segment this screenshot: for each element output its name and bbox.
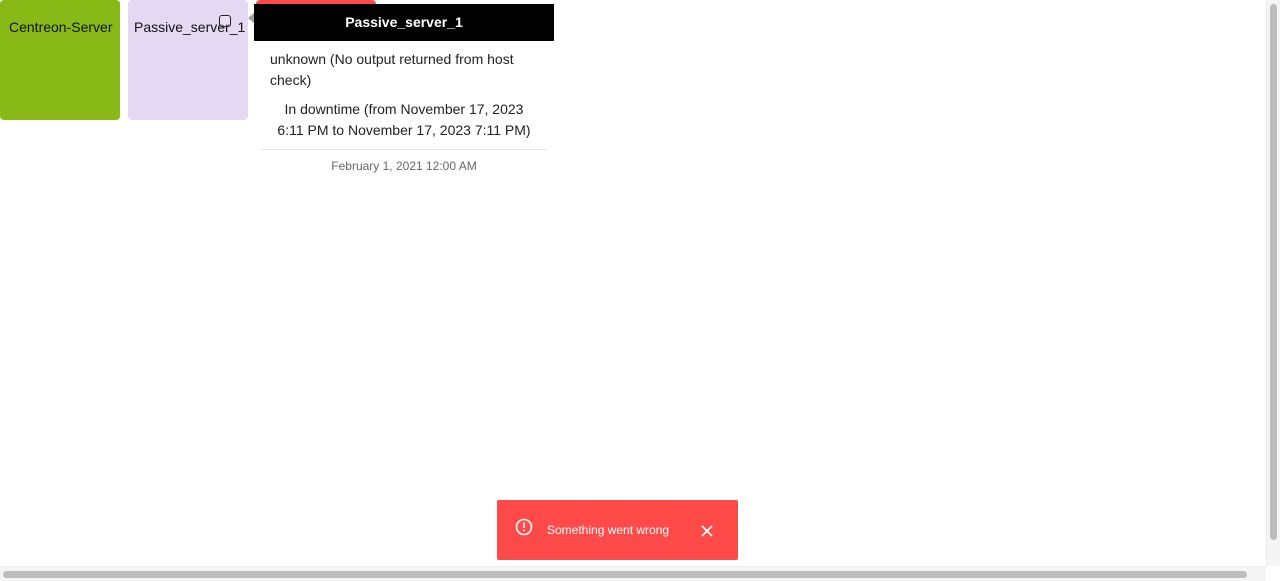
- vertical-scrollbar-thumb[interactable]: [1270, 4, 1277, 540]
- error-snackbar: Something went wrong: [497, 500, 738, 560]
- horizontal-scrollbar[interactable]: [0, 566, 1266, 581]
- alert-circle-icon: [515, 518, 533, 536]
- close-icon[interactable]: [700, 524, 714, 538]
- snackbar-message: Something went wrong: [547, 523, 670, 537]
- acknowledge-icon: [219, 15, 231, 27]
- tile-centreon-server[interactable]: Centreon-Server: [0, 0, 120, 120]
- downtime-info: In downtime (from November 17, 2023 6:11…: [277, 101, 531, 138]
- host-tooltip: Passive_server_1 unknown (No output retu…: [254, 4, 554, 173]
- tooltip-body: unknown (No output returned from host ch…: [254, 41, 554, 141]
- vertical-scrollbar[interactable]: [1266, 0, 1280, 566]
- tile-label: Centreon-Server: [9, 19, 113, 35]
- tooltip-title: Passive_server_1: [254, 4, 554, 41]
- horizontal-scrollbar-thumb[interactable]: [3, 571, 1247, 578]
- last-check-date: February 1, 2021 12:00 AM: [331, 159, 477, 173]
- status-output: unknown (No output returned from host ch…: [270, 51, 514, 88]
